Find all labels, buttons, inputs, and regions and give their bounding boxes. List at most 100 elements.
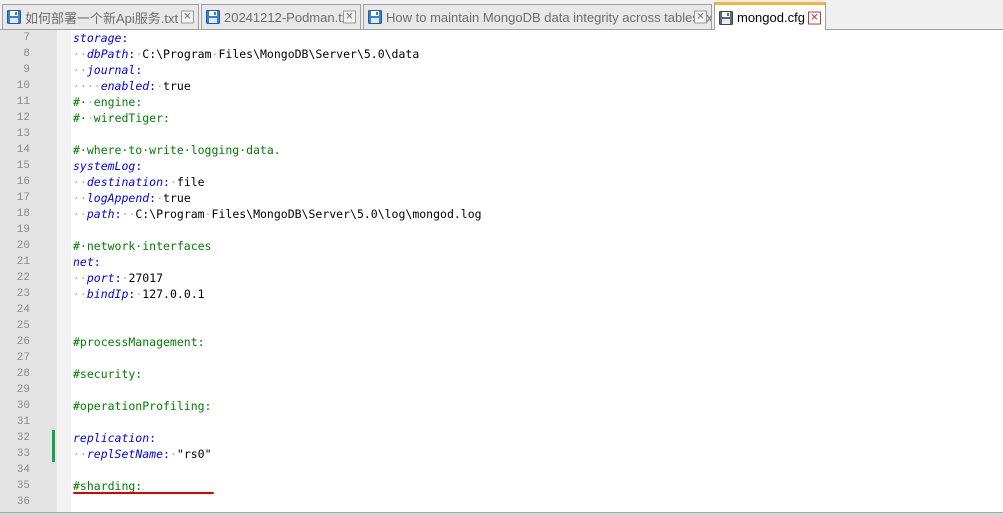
line-number: 11 [16, 96, 30, 108]
code-token: ·· [121, 207, 136, 221]
code-token: ·· [73, 47, 87, 61]
save-disk-icon [206, 10, 220, 24]
code-token: logAppend [86, 191, 150, 205]
code-token: true [163, 79, 191, 93]
tab-mongod-cfg[interactable]: mongod.cfg ✕ [714, 2, 826, 30]
code-line[interactable]: #·where·to·write·logging·data. [73, 142, 281, 158]
fold-margin [57, 30, 71, 512]
code-token: port [86, 271, 115, 285]
code-token: Files\MongoDB\Server\5.0\data [218, 47, 420, 61]
close-icon[interactable]: ✕ [343, 10, 356, 24]
code-line[interactable]: ··path:··C:\Program·Files\MongoDB\Server… [73, 206, 482, 222]
code-line[interactable]: net: [73, 254, 101, 270]
text-editor[interactable]: 7 8 9 10 11 12 13 14 15 16 17 18 19 20 21 22 23 24 25 26 27 2… [0, 30, 1003, 512]
tab-api-deploy[interactable]: 如何部署一个新Api服务.txt ✕ [2, 4, 199, 29]
close-icon[interactable]: ✕ [694, 10, 707, 24]
code-token: 27017 [128, 271, 164, 285]
code-token: ·· [73, 287, 87, 301]
code-line[interactable]: #security: [73, 366, 142, 382]
code-token: : [163, 447, 170, 461]
code-token: C:\Program [142, 47, 212, 61]
line-number: 28 [16, 368, 30, 380]
code-token: · [156, 191, 164, 205]
code-line[interactable]: ··replSetName:·"rs0" [73, 446, 212, 462]
code-token: #processManagement: [73, 335, 205, 349]
code-token: C:\Program [135, 207, 205, 221]
code-line[interactable]: #processManagement: [73, 334, 205, 350]
code-line[interactable]: ····enabled:·true [73, 78, 191, 94]
code-token: file [176, 175, 205, 189]
line-number: 36 [16, 496, 30, 508]
code-line[interactable]: systemLog: [73, 158, 142, 174]
code-token: ·· [73, 63, 87, 77]
line-number: 9 [23, 64, 30, 76]
line-number: 30 [16, 400, 30, 412]
code-line[interactable]: ··destination:·file [73, 174, 205, 190]
code-token: replSetName [86, 447, 164, 461]
code-token: : [163, 175, 170, 189]
code-token: ·· [73, 207, 87, 221]
code-line[interactable]: #·network·interfaces [73, 238, 211, 254]
code-line[interactable]: #··engine: [73, 94, 142, 110]
line-number: 26 [16, 336, 30, 348]
change-marker [52, 430, 55, 446]
code-token: path [86, 207, 115, 221]
code-token: storage [73, 31, 122, 45]
code-token: ···· [73, 79, 101, 93]
save-disk-icon [719, 10, 733, 25]
code-token: #· [73, 95, 87, 109]
line-number: 27 [16, 352, 30, 364]
code-line[interactable]: storage: [73, 30, 128, 46]
tab-podman[interactable]: 20241212-Podman.txt ✕ [201, 4, 361, 29]
line-number: 10 [16, 80, 30, 92]
code-token: net [73, 255, 94, 269]
line-number: 31 [16, 416, 30, 428]
code-token: #sharding: [73, 479, 143, 493]
line-number: 21 [16, 256, 30, 268]
line-number: 8 [23, 48, 30, 60]
code-token: destination [86, 175, 164, 189]
code-token: · [86, 111, 94, 125]
code-token: #· [73, 111, 87, 125]
code-token: ·· [73, 191, 87, 205]
tab-label: mongod.cfg [737, 10, 805, 25]
close-icon[interactable]: ✕ [181, 10, 194, 24]
line-number: 29 [16, 384, 30, 396]
tab-mongodb-integrity[interactable]: How to maintain MongoDB data integrity a… [363, 4, 712, 29]
code-area[interactable]: storage: ··dbPath:·C:\Program·Files\Mongo… [71, 30, 1003, 512]
code-line[interactable]: #operationProfiling: [73, 398, 211, 414]
change-marker [52, 446, 55, 462]
line-number: 18 [16, 208, 30, 220]
code-token: journal [86, 63, 136, 77]
line-number: 34 [16, 464, 30, 476]
line-number: 15 [16, 160, 30, 172]
code-token: #operationProfiling: [73, 399, 212, 413]
code-token: : [149, 431, 157, 445]
code-token: dbPath [86, 47, 129, 61]
code-token: : [121, 31, 129, 45]
code-token: #security: [73, 367, 143, 381]
line-number: 19 [16, 224, 30, 236]
code-line[interactable]: #··wiredTiger: [73, 110, 170, 126]
code-line[interactable]: ··logAppend:·true [73, 190, 191, 206]
code-token: true [163, 191, 191, 205]
horizontal-scrollbar[interactable] [0, 512, 1003, 516]
code-token: "rs0" [176, 447, 212, 461]
code-line[interactable]: ··journal: [73, 62, 142, 78]
code-token: · [86, 95, 94, 109]
save-disk-icon [368, 10, 382, 24]
code-token: ·· [73, 271, 87, 285]
code-line[interactable]: ··bindIp:·127.0.0.1 [73, 286, 205, 302]
code-line[interactable]: replication: [73, 430, 156, 446]
line-number: 32 [16, 432, 30, 444]
code-token: · [169, 175, 177, 189]
code-line[interactable]: ··dbPath:·C:\Program·Files\MongoDB\Serve… [73, 46, 419, 62]
close-icon[interactable]: ✕ [808, 11, 821, 24]
line-number: 22 [16, 272, 30, 284]
line-number: 16 [16, 176, 30, 188]
code-token: ·· [73, 175, 87, 189]
code-line[interactable]: ··port:·27017 [73, 270, 163, 286]
line-number: 12 [16, 112, 30, 124]
line-number: 33 [16, 448, 30, 460]
code-token: bindIp [86, 287, 129, 301]
